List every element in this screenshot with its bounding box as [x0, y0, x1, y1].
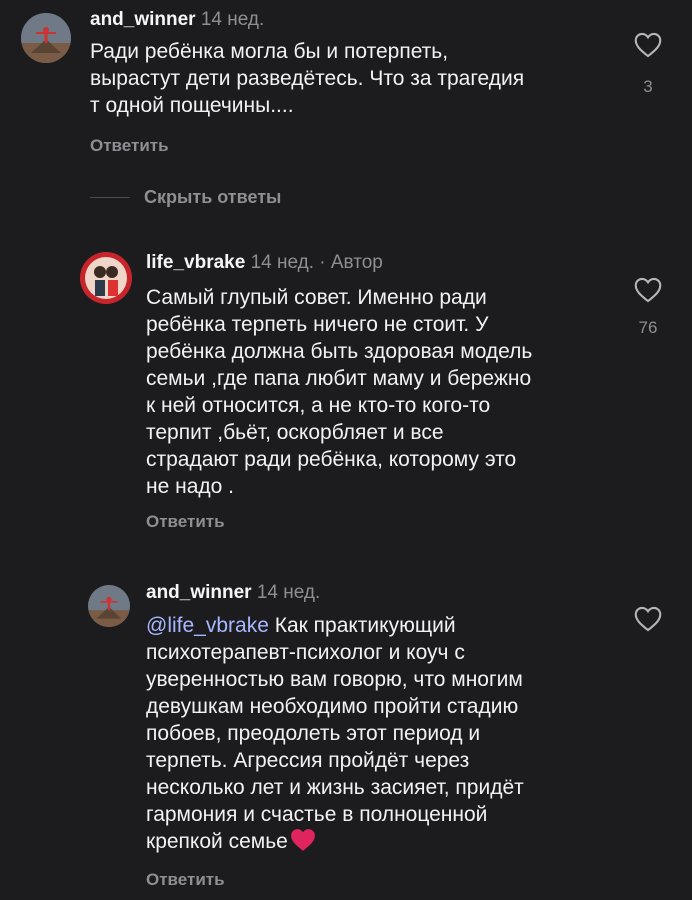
like-button[interactable]	[634, 32, 662, 58]
timestamp: 14 нед.	[250, 252, 314, 273]
comment-header: and_winner 14 нед.	[146, 582, 320, 604]
like-button[interactable]	[634, 277, 662, 303]
avatar-and-winner[interactable]	[88, 585, 130, 627]
red-heart-emoji-icon	[290, 828, 316, 859]
avatar-life-vbrake[interactable]	[80, 252, 132, 304]
timestamp: 14 нед.	[200, 9, 265, 30]
divider-line	[90, 197, 130, 198]
avatar-image-icon	[21, 13, 71, 63]
comment-3: and_winner 14 нед. @life_vbrake Как прак…	[0, 570, 692, 900]
author-badge: · Автор	[319, 252, 383, 273]
like-count: 3	[643, 77, 653, 96]
hide-replies-button[interactable]: Скрыть ответы	[144, 187, 281, 208]
username[interactable]: and_winner	[90, 9, 196, 30]
avatar-and-winner[interactable]	[21, 13, 71, 63]
comment-text: @life_vbrake Как практикующий психотерап…	[146, 612, 616, 859]
username[interactable]: and_winner	[146, 582, 252, 603]
comment-body: Как практикующий психотерапевт-психолог …	[146, 614, 524, 853]
comment-header: life_vbrake 14 нед. · Автор	[146, 252, 383, 274]
avatar-image-icon	[80, 252, 132, 304]
reply-button[interactable]: Ответить	[146, 512, 225, 532]
comment-header: and_winner 14 нед.	[90, 9, 264, 31]
reply-button[interactable]: Ответить	[90, 136, 169, 156]
heart-outline-icon	[634, 606, 662, 632]
avatar-image-icon	[88, 585, 130, 627]
comment-text: Самый глупый совет. Именно ради ребёнка …	[146, 286, 533, 498]
timestamp: 14 нед.	[256, 582, 321, 603]
reply-button[interactable]: Ответить	[146, 870, 225, 890]
heart-outline-icon	[634, 32, 662, 58]
like-button[interactable]	[634, 606, 662, 632]
comment-2: life_vbrake 14 нед. · Автор Самый глупый…	[0, 240, 692, 550]
mention-link[interactable]: @life_vbrake	[146, 614, 269, 637]
username[interactable]: life_vbrake	[146, 252, 245, 273]
comment-1: and_winner 14 нед. Ради ребёнка могла бы…	[0, 0, 692, 160]
like-count: 76	[638, 318, 658, 337]
comment-text: Ради ребёнка могла бы и потерпеть, вырас…	[90, 40, 525, 117]
heart-outline-icon	[634, 277, 662, 303]
